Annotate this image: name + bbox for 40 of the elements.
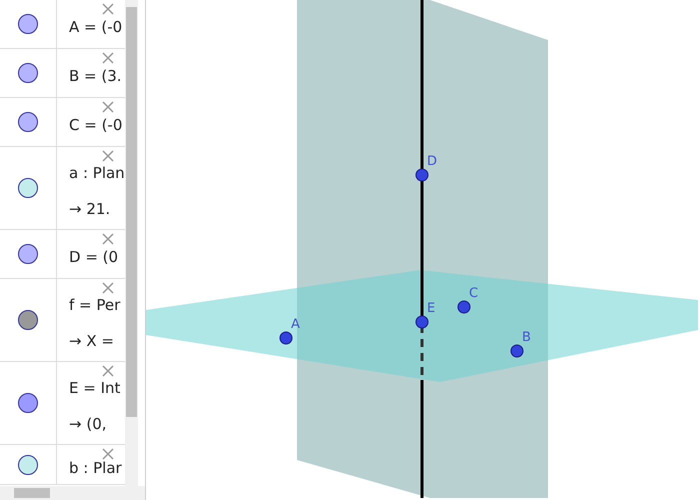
algebra-entry: f = Per <box>69 296 122 314</box>
algebra-value: → (0, <box>69 415 108 433</box>
point-marker[interactable] <box>416 316 428 328</box>
delete-icon[interactable] <box>102 233 114 245</box>
visibility-toggle[interactable] <box>18 63 38 83</box>
point-label: C <box>469 286 478 301</box>
visibility-toggle[interactable] <box>18 112 38 132</box>
algebra-entry: E = Int <box>69 379 122 397</box>
delete-icon[interactable] <box>102 282 114 294</box>
algebra-entry: B = (3. <box>69 67 123 85</box>
point-marker[interactable] <box>280 332 292 344</box>
vertical-scrollbar[interactable] <box>125 0 138 486</box>
point-label: B <box>522 330 531 345</box>
point-marker[interactable] <box>510 344 524 358</box>
algebra-entry: b : Plar <box>69 458 123 476</box>
visibility-toggle[interactable] <box>18 244 38 264</box>
algebra-value: → 21. <box>69 200 112 218</box>
visibility-toggle[interactable] <box>18 310 38 330</box>
delete-icon[interactable] <box>102 150 114 162</box>
point-label: A <box>291 317 300 332</box>
horizontal-scrollbar[interactable] <box>0 486 145 500</box>
visibility-toggle[interactable] <box>18 454 38 474</box>
point-label: D <box>427 154 438 169</box>
point-marker[interactable] <box>458 300 470 314</box>
algebra-value: → X = <box>69 332 115 350</box>
algebra-entry: C = (-0 <box>69 116 124 134</box>
algebra-entry: A = (-0 <box>69 18 124 36</box>
visibility-toggle[interactable] <box>18 14 38 34</box>
delete-icon[interactable] <box>102 3 114 15</box>
visibility-toggle[interactable] <box>18 178 38 198</box>
graphics-3d-view[interactable]: A B C D E <box>146 0 700 500</box>
algebra-entry: D = (0 <box>69 248 120 266</box>
delete-icon[interactable] <box>102 448 114 460</box>
point-label: E <box>427 301 436 316</box>
point-marker[interactable] <box>416 168 428 182</box>
delete-icon[interactable] <box>102 365 114 377</box>
visibility-toggle[interactable] <box>18 393 38 413</box>
algebra-entry: a : Plan <box>69 164 125 182</box>
delete-icon[interactable] <box>102 101 114 113</box>
delete-icon[interactable] <box>102 52 114 64</box>
